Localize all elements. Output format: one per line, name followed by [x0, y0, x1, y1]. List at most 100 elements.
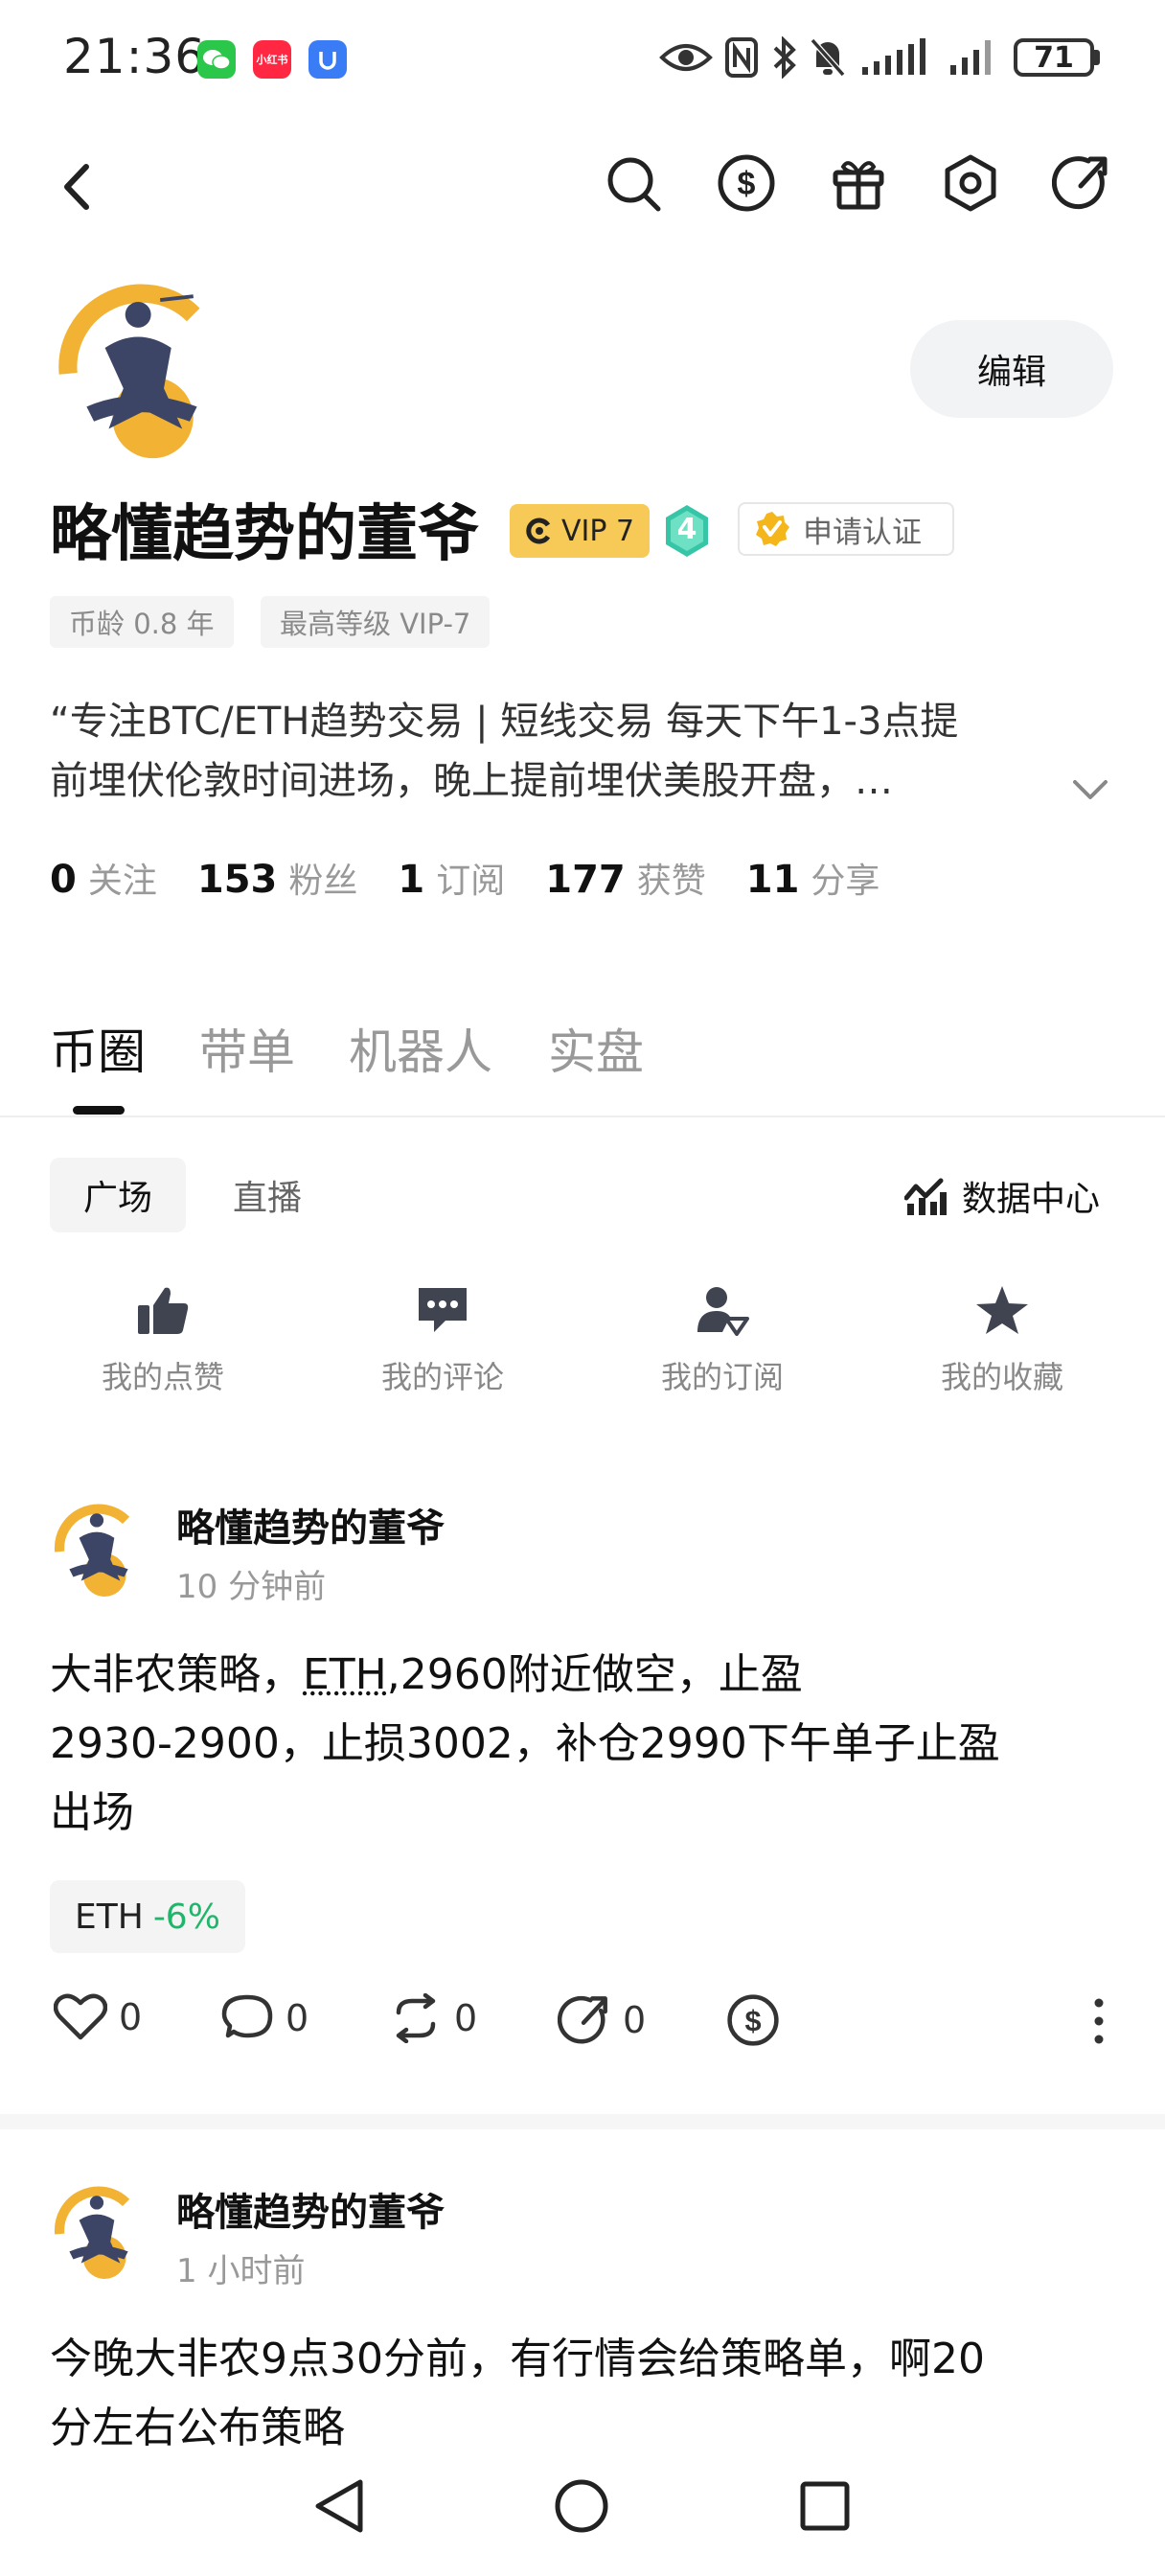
comment-bubble-icon: [221, 1994, 273, 2038]
stat-likes[interactable]: 177 获赞: [545, 853, 706, 903]
tab-copy-trading[interactable]: 带单: [199, 1014, 295, 1083]
profile-avatar[interactable]: [50, 278, 234, 462]
stat-number: 153: [196, 858, 278, 902]
triangle-back-icon: [315, 2479, 363, 2533]
signal-2-icon: [948, 38, 996, 77]
stat-label: 分享: [811, 862, 880, 901]
quick-my-favorites[interactable]: 我的收藏: [897, 1284, 1108, 1397]
svg-text:$: $: [744, 2004, 761, 2037]
stat-label: 获赞: [636, 862, 706, 901]
xiaohongshu-icon: 小红书: [253, 40, 291, 79]
comment-button[interactable]: 0: [220, 1993, 308, 2043]
repost-button[interactable]: 0: [389, 1993, 477, 2043]
apply-verification-button[interactable]: 申请认证: [738, 502, 954, 556]
bio-line: “专注BTC/ETH趋势交易 | 短线交易 每天下午1-3点提: [50, 700, 959, 744]
post-time: 10 分钟前: [176, 1568, 327, 1606]
coin-chip-eth[interactable]: ETH -6%: [50, 1880, 245, 1953]
nfc-icon: [724, 36, 759, 79]
data-center-link[interactable]: 数据中心: [904, 1171, 1100, 1221]
quick-action-label: 我的评论: [380, 1359, 504, 1395]
tab-bots[interactable]: 机器人: [349, 1014, 492, 1083]
post-time: 1 小时前: [176, 2252, 306, 2290]
post-author-avatar[interactable]: [50, 2183, 148, 2281]
dollar-circle-icon: $: [727, 1994, 779, 2046]
post-separator: [0, 2114, 1165, 2129]
post-content[interactable]: 今晚大非农9点30分前，有行情会给策略单，啊20 分左右公布策略: [50, 2325, 1113, 2463]
repost-count: 0: [454, 1997, 478, 2039]
active-tab-indicator: [73, 1106, 125, 1115]
data-center-label: 数据中心: [962, 1180, 1101, 1219]
post-author-name[interactable]: 略懂趋势的董爷: [176, 1497, 445, 1552]
bluetooth-icon: [772, 36, 797, 79]
stat-number: 0: [50, 858, 77, 902]
square-recents-icon: [800, 2481, 850, 2531]
status-time: 21:36: [63, 29, 207, 84]
post-content[interactable]: 大非农策略，ETH,2960附近做空，止盈 2930-2900，止损3002，补…: [50, 1641, 1113, 1848]
quick-my-likes[interactable]: 我的点赞: [57, 1284, 268, 1397]
subtab-live[interactable]: 直播: [199, 1158, 335, 1232]
battery-indicator: 71: [1014, 38, 1094, 77]
max-level-tag: 最高等级 VIP-7: [261, 596, 491, 648]
hexagon-settings-icon[interactable]: [941, 153, 1000, 213]
quick-my-comments[interactable]: 我的评论: [337, 1284, 548, 1397]
share-count: 0: [623, 1999, 647, 2041]
edit-profile-button[interactable]: 编辑: [910, 320, 1113, 418]
level-number: 4: [676, 513, 697, 546]
tab-coin-circle[interactable]: 币圈: [50, 1014, 146, 1083]
more-options-button[interactable]: [1092, 1997, 1106, 2045]
stat-label: 关注: [87, 862, 157, 901]
vip-badge[interactable]: VIP 7: [510, 504, 650, 558]
back-button[interactable]: [59, 161, 94, 213]
like-button[interactable]: 0: [54, 1993, 142, 2041]
circle-home-icon: [555, 2479, 608, 2533]
quick-action-label: 我的订阅: [660, 1359, 784, 1395]
vip-logo-icon: [526, 518, 551, 544]
post-text-line: 2930-2900，止损3002，补仓2990下午单子止盈: [50, 1719, 1000, 1768]
gift-icon[interactable]: [830, 155, 887, 211]
svg-text:$: $: [738, 166, 756, 202]
share-icon[interactable]: [1052, 153, 1111, 213]
post-author-name[interactable]: 略懂趋势的董爷: [176, 2181, 445, 2237]
subtab-square[interactable]: 广场: [50, 1158, 186, 1232]
profile-bio[interactable]: “专注BTC/ETH趋势交易 | 短线交易 每天下午1-3点提 前埋伏伦敦时间进…: [50, 692, 1065, 811]
mute-bell-icon: [809, 36, 847, 79]
verified-v-icon: [756, 512, 789, 546]
stat-following[interactable]: 0 关注: [50, 853, 157, 903]
stat-subscriptions[interactable]: 1 订阅: [398, 853, 505, 903]
battery-tip: [1094, 50, 1100, 65]
quick-my-subscriptions[interactable]: 我的订阅: [617, 1284, 828, 1397]
app-shield-icon: [308, 40, 347, 79]
nav-recents-button[interactable]: [799, 2476, 851, 2536]
tabs-divider: [0, 1116, 1165, 1117]
post-text-segment: ,2960附近做空，止盈: [386, 1650, 803, 1699]
nav-home-button[interactable]: [554, 2476, 609, 2536]
post-text-segment: 大非农策略，: [50, 1650, 303, 1699]
apply-verification-label: 申请认证: [803, 515, 922, 550]
dollar-circle-icon[interactable]: $: [717, 153, 776, 213]
star-icon: [976, 1286, 1028, 1334]
stat-label: 粉丝: [288, 862, 358, 901]
share-post-button[interactable]: 0: [558, 1993, 646, 2047]
comment-count: 0: [286, 1997, 309, 2039]
stat-followers[interactable]: 153 粉丝: [197, 853, 358, 903]
post-author-avatar[interactable]: [50, 1501, 148, 1598]
like-count: 0: [119, 1996, 143, 2038]
coin-link-eth[interactable]: ETH: [303, 1650, 387, 1699]
thumbs-up-icon: [138, 1287, 189, 1334]
tab-live-account[interactable]: 实盘: [548, 1014, 644, 1083]
nav-back-button[interactable]: [312, 2476, 366, 2536]
stat-shares[interactable]: 11 分享: [746, 853, 880, 903]
search-icon[interactable]: [605, 153, 663, 215]
share-arrow-icon: [558, 1995, 607, 2044]
comment-icon: [419, 1288, 467, 1332]
quick-action-label: 我的收藏: [940, 1359, 1063, 1395]
level-badge[interactable]: 4: [663, 503, 711, 559]
chevron-down-icon[interactable]: [1071, 778, 1109, 801]
stat-number: 177: [545, 858, 626, 902]
post-text-line: 今晚大非农9点30分前，有行情会给策略单，啊20: [50, 2334, 985, 2383]
bar-chart-icon: [904, 1178, 947, 1215]
tip-button[interactable]: $: [726, 1993, 780, 2047]
coin-chip-change: -6%: [152, 1897, 220, 1937]
profile-stats: 0 关注 153 粉丝 1 订阅 177 获赞 11 分享: [50, 853, 879, 903]
coin-age-tag: 币龄 0.8 年: [50, 596, 234, 648]
